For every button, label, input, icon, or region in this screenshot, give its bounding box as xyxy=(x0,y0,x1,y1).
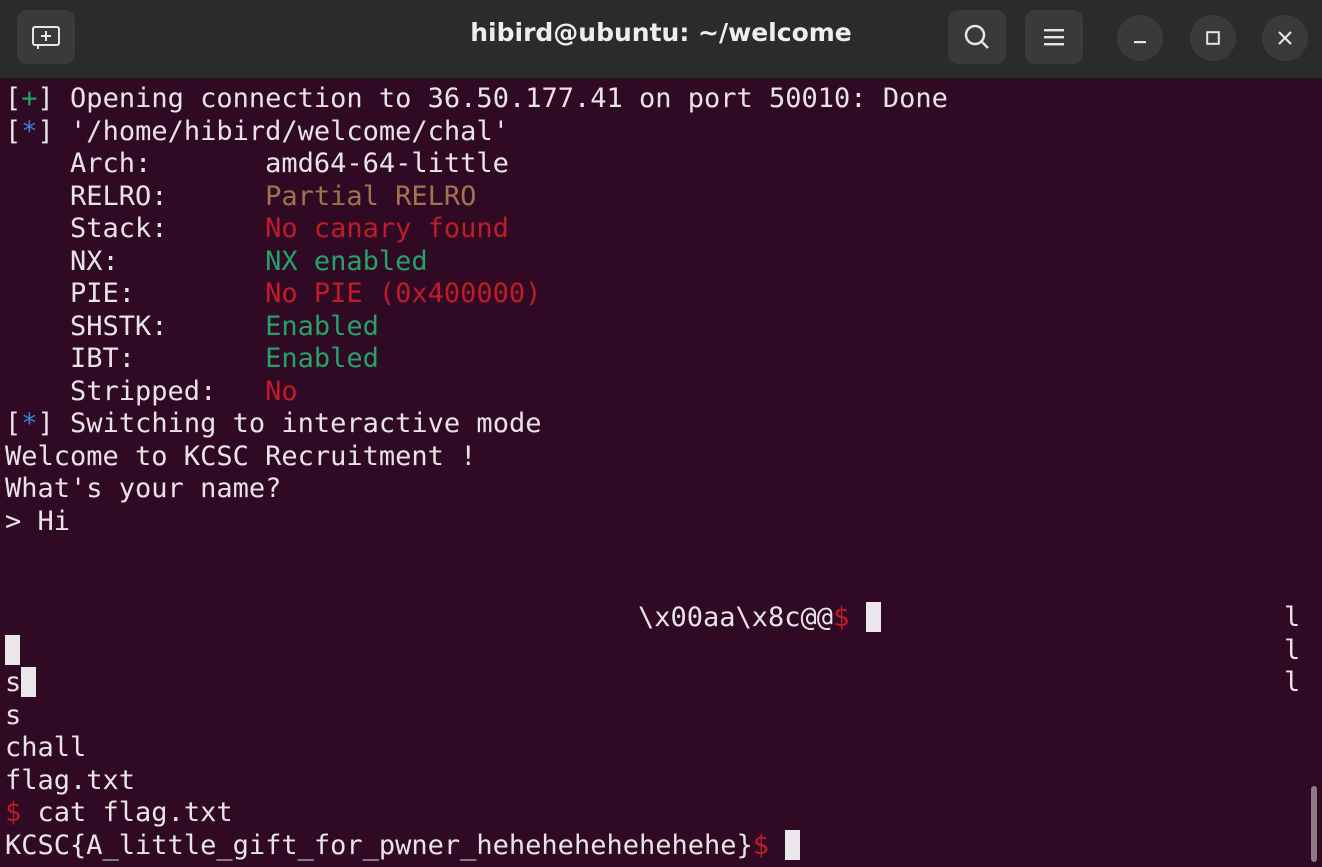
terminal-output[interactable]: [+] Opening connection to 36.50.177.41 o… xyxy=(0,80,1306,867)
stray-char: l xyxy=(1284,634,1301,666)
scrollbar-thumb[interactable] xyxy=(1311,786,1317,862)
text-cursor xyxy=(21,667,37,697)
checksec-key: Arch: xyxy=(5,148,266,179)
checksec-line: Stack: No canary found xyxy=(5,213,509,246)
title-bar: hibird@ubuntu: ~/welcome xyxy=(0,0,1322,79)
echoed-char: s xyxy=(5,667,22,698)
bracket-close: ] xyxy=(37,115,54,147)
checksec-value: NX enabled xyxy=(265,245,428,277)
checksec-line: RELRO: Partial RELRO xyxy=(5,181,476,214)
command-text: cat flag.txt xyxy=(21,797,233,828)
cursor-line xyxy=(5,634,20,668)
stray-char: l xyxy=(1284,602,1301,633)
text-cursor xyxy=(785,829,801,860)
checksec-line: Arch: amd64-64-little xyxy=(5,148,509,181)
shell-prompt: $ xyxy=(752,829,770,861)
minimize-button[interactable] xyxy=(1117,15,1163,61)
bracket-open: [ xyxy=(5,115,22,147)
checksec-key: SHSTK: xyxy=(5,310,266,342)
ls-output-item: flag.txt xyxy=(5,764,136,796)
status-star: * xyxy=(21,115,38,147)
close-button[interactable] xyxy=(1262,15,1308,61)
shell-prompt: $ xyxy=(833,602,850,633)
status-plus: + xyxy=(21,83,38,114)
checksec-line: IBT: Enabled xyxy=(5,343,379,376)
checksec-value: Enabled xyxy=(265,343,379,374)
leak-line: \x00aa\x8c@@$ xyxy=(638,602,881,635)
flag-line: KCSC{A_little_gift_for_pwner_heheheheheh… xyxy=(5,829,801,863)
terminal-line: [*] '/home/hibird/welcome/chal' xyxy=(5,116,509,149)
text-cursor xyxy=(865,602,881,632)
minimize-icon xyxy=(1134,41,1146,44)
maximize-button[interactable] xyxy=(1190,15,1236,61)
ls-output-item: chall xyxy=(5,732,87,763)
status-star: * xyxy=(21,408,38,439)
checksec-line: PIE: No PIE (0x400000) xyxy=(5,278,541,311)
hamburger-menu-icon xyxy=(1044,29,1064,46)
flag-text: KCSC{A_little_gift_for_pwner_heheheheheh… xyxy=(5,829,753,861)
checksec-value: Enabled xyxy=(265,310,379,342)
switch-mode-text: Switching to interactive mode xyxy=(53,408,542,439)
stray-char: l xyxy=(1284,667,1301,698)
terminal-line: [+] Opening connection to 36.50.177.41 o… xyxy=(5,83,948,116)
text-cursor xyxy=(5,634,20,665)
checksec-key: IBT: xyxy=(5,343,266,374)
checksec-line: Stripped: No xyxy=(5,376,298,409)
bracket-open: [ xyxy=(5,83,22,114)
checksec-key: RELRO: xyxy=(5,180,266,212)
bracket-close: ] xyxy=(37,83,54,114)
checksec-key: PIE: xyxy=(5,278,266,309)
checksec-key: Stripped: xyxy=(5,375,266,407)
terminal-line: s xyxy=(5,667,37,700)
bracket-open: [ xyxy=(5,408,22,439)
welcome-text: Welcome to KCSC Recruitment ! xyxy=(5,440,477,472)
terminal-window: hibird@ubuntu: ~/welcome [+] Opening con… xyxy=(0,0,1322,867)
checksec-line: NX: NX enabled xyxy=(5,246,428,279)
checksec-key: Stack: xyxy=(5,213,266,244)
checksec-line: SHSTK: Enabled xyxy=(5,311,379,344)
bracket-close: ] xyxy=(37,408,54,439)
checksec-value: Partial RELRO xyxy=(265,180,477,212)
menu-button[interactable] xyxy=(1025,10,1083,64)
search-button[interactable] xyxy=(948,10,1006,64)
search-icon xyxy=(964,24,989,49)
file-path-text: '/home/hibird/welcome/chal' xyxy=(53,115,509,147)
shell-prompt: $ xyxy=(5,797,22,828)
connection-text: Opening connection to 36.50.177.41 on po… xyxy=(53,83,948,114)
user-input-line: > Hi xyxy=(5,505,71,537)
echoed-char: s xyxy=(5,699,22,731)
scrollbar[interactable] xyxy=(1306,80,1322,867)
checksec-value: No xyxy=(265,375,298,407)
checksec-value: No canary found xyxy=(265,213,509,244)
close-icon xyxy=(1278,31,1292,45)
leaked-bytes: \x00aa\x8c@@ xyxy=(638,602,834,633)
terminal-line: [*] Switching to interactive mode xyxy=(5,408,541,441)
name-prompt-text: What's your name? xyxy=(5,473,282,504)
maximize-icon xyxy=(1206,31,1220,45)
checksec-value: amd64-64-little xyxy=(265,148,509,179)
checksec-key: NX: xyxy=(5,245,266,277)
checksec-value: No PIE (0x400000) xyxy=(265,278,542,309)
command-line: $ cat flag.txt xyxy=(5,797,233,830)
